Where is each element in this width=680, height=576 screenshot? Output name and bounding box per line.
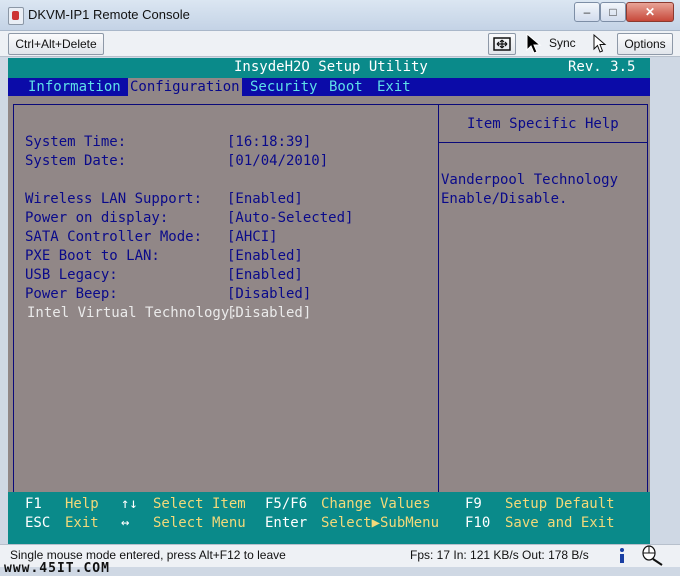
key-esc-desc: Exit [65,515,99,531]
java-app-icon [8,7,24,25]
key-f9: F9 [465,496,482,512]
bios-menu-bar: Information Configuration Security Boot … [8,78,650,96]
key-enter: Enter [265,515,308,531]
sync-label[interactable]: Sync [549,36,576,50]
help-title: Item Specific Help [467,116,619,132]
pointer-mode-icon[interactable] [593,34,607,54]
key-f9-desc: Setup Default [505,496,615,512]
status-message: Single mouse mode entered, press Alt+F12… [10,548,286,562]
fit-screen-button[interactable] [488,33,516,55]
info-icon[interactable] [614,547,630,565]
setting-label-system-time: System Time: [25,134,127,150]
help-divider [438,142,648,143]
key-updown-desc: Select Item [153,496,246,512]
setting-label-usb-legacy: USB Legacy: [25,267,118,283]
setting-label-system-date: System Date: [25,153,127,169]
setting-label-power-on-display: Power on display: [25,210,169,226]
sync-cursor-icon[interactable] [525,33,545,55]
key-f5f6: F5/F6 [265,496,308,512]
setting-label-wireless-lan: Wireless LAN Support: [25,191,203,207]
key-f10: F10 [465,515,491,531]
mouse-mode-icon[interactable] [640,545,664,567]
setting-label-sata-mode: SATA Controller Mode: [25,229,203,245]
bios-header: InsydeH2O Setup Utility Rev. 3.5 [8,58,650,78]
bios-console-screen[interactable]: InsydeH2O Setup Utility Rev. 3.5 Informa… [8,58,650,544]
key-updown: ↑↓ [121,496,138,512]
key-leftright-desc: Select Menu [153,515,246,531]
setting-value-pxe-boot[interactable]: [Enabled] [227,248,303,264]
options-button[interactable]: Options [617,33,673,55]
remote-console-window: DKVM-IP1 Remote Console – □ ✕ Ctrl+Alt+D… [0,0,680,576]
setting-value-power-on-display[interactable]: [Auto-Selected] [227,210,353,226]
setting-value-intel-vt[interactable]: [Disabled] [227,305,311,321]
menu-configuration[interactable]: Configuration [128,78,242,96]
help-line-2: Enable/Disable. [441,191,568,207]
setting-value-system-time[interactable]: [16:18:39] [227,134,311,150]
bios-revision: Rev. 3.5 [568,59,636,75]
setting-label-power-beep: Power Beep: [25,286,118,302]
settings-panel [13,104,439,540]
key-f1-desc: Help [65,496,99,512]
key-f10-desc: Save and Exit [505,515,615,531]
title-bar: DKVM-IP1 Remote Console – □ ✕ [0,0,680,31]
key-enter-desc: Select▶SubMenu [321,515,440,531]
bios-title: InsydeH2O Setup Utility [234,59,428,75]
setting-value-wireless-lan[interactable]: [Enabled] [227,191,303,207]
help-panel [438,104,648,540]
status-stats: Fps: 17 In: 121 KB/s Out: 178 B/s [410,548,589,562]
close-button[interactable]: ✕ [626,2,674,22]
minimize-button[interactable]: – [574,2,600,22]
key-esc: ESC [25,515,51,531]
key-f5f6-desc: Change Values [321,496,431,512]
menu-security[interactable]: Security [248,78,319,96]
menu-information[interactable]: Information [26,78,123,96]
maximize-button[interactable]: □ [600,2,626,22]
setting-value-system-date[interactable]: [01/04/2010] [227,153,328,169]
menu-exit[interactable]: Exit [375,78,413,96]
setting-value-power-beep[interactable]: [Disabled] [227,286,311,302]
menu-boot[interactable]: Boot [327,78,365,96]
watermark-text: www.45IT.COM [4,561,110,576]
bios-key-legend: F1 Help ↑↓ Select Item F5/F6 Change Valu… [8,492,650,544]
key-f1: F1 [25,496,42,512]
setting-value-usb-legacy[interactable]: [Enabled] [227,267,303,283]
setting-value-sata-mode[interactable]: [AHCI] [227,229,278,245]
ctrl-alt-delete-button[interactable]: Ctrl+Alt+Delete [8,33,104,55]
fit-screen-icon [493,37,511,51]
toolbar: Ctrl+Alt+Delete Sync Options [0,31,680,57]
window-title: DKVM-IP1 Remote Console [28,7,190,22]
setting-label-intel-vt: Intel Virtual Technology: [27,305,238,321]
help-line-1: Vanderpool Technology [441,172,619,188]
key-leftright: ↔ [121,515,130,531]
setting-label-pxe-boot: PXE Boot to LAN: [25,248,160,264]
